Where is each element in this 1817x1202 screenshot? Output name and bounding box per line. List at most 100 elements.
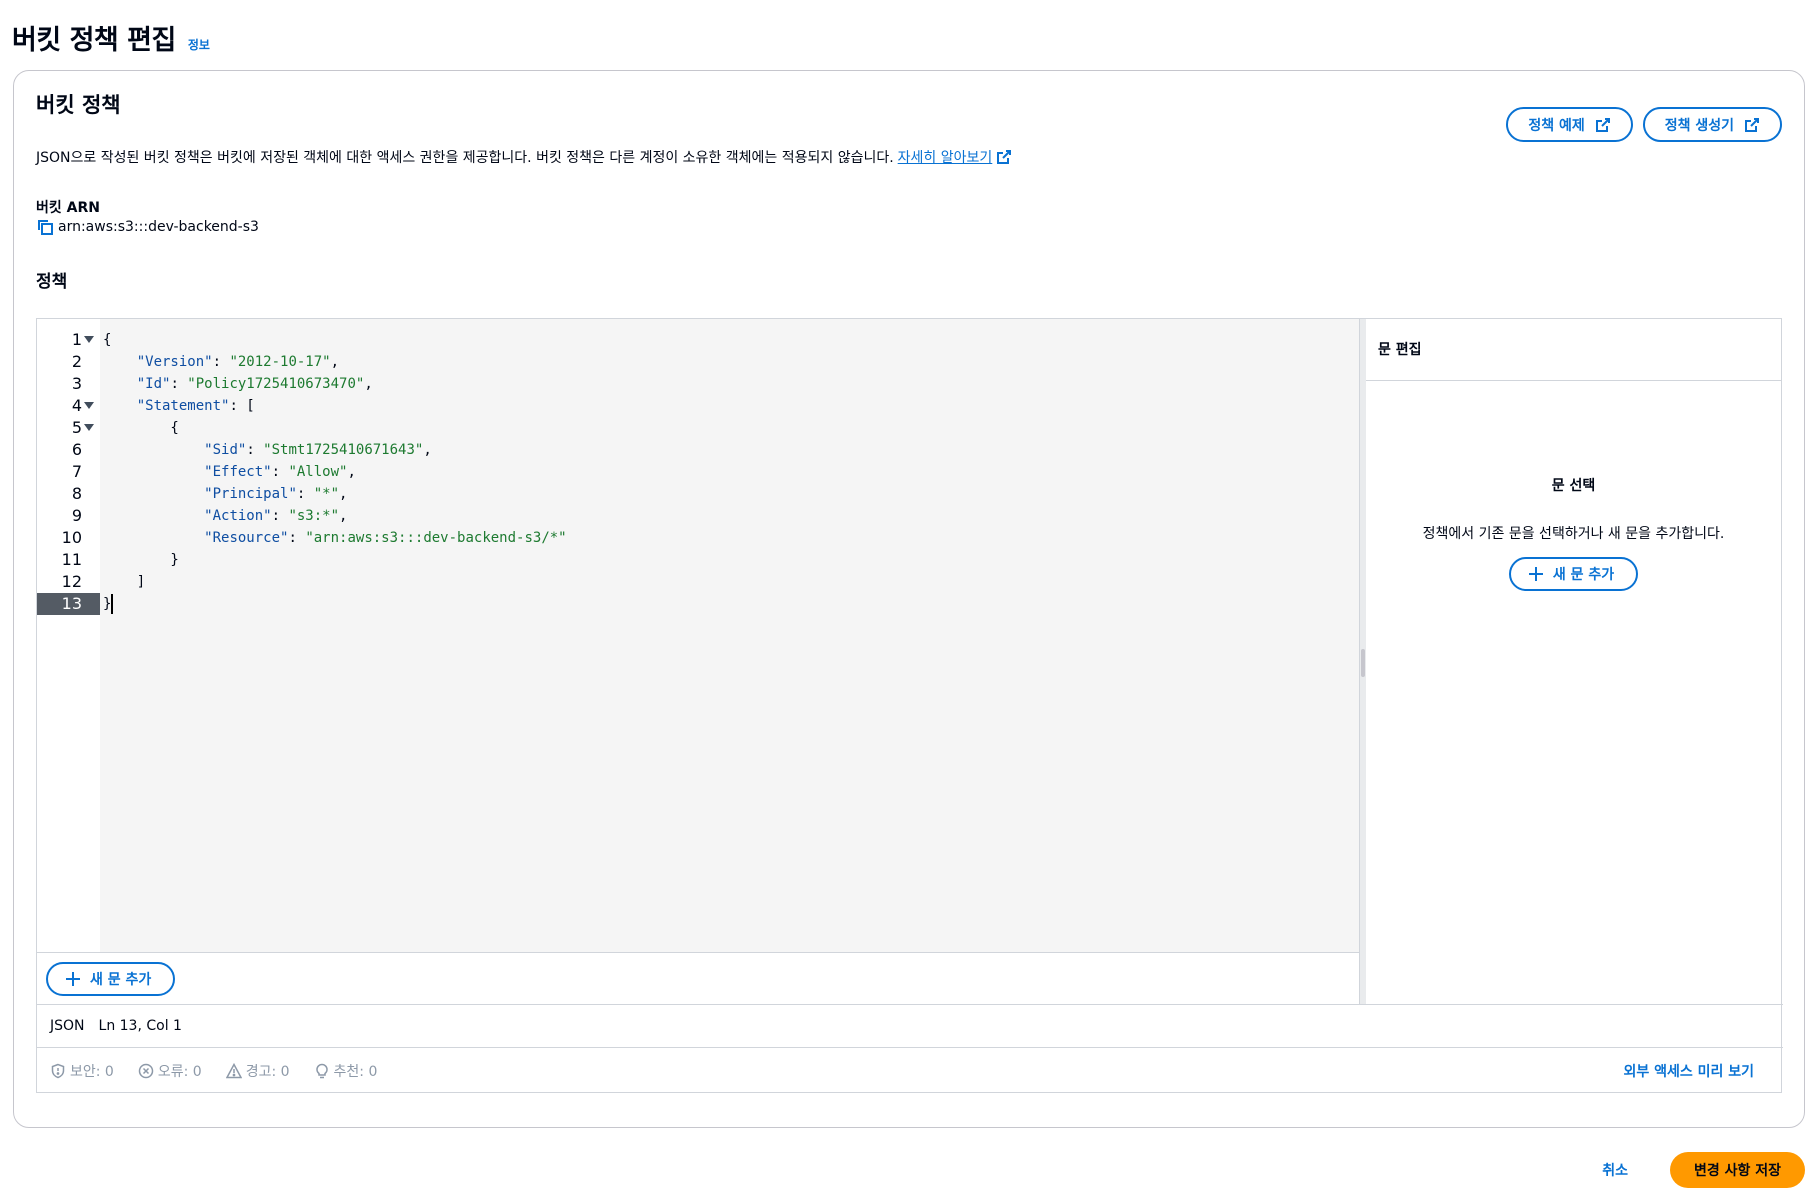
code-line[interactable]: 10 "Resource": "arn:aws:s3:::dev-backend…: [37, 527, 1360, 549]
statement-edit-panel: 문 편집 문 선택 정책에서 기존 문을 선택하거나 새 문을 추가합니다. 새…: [1366, 319, 1781, 1004]
json-punctuation: :: [271, 464, 289, 480]
json-punctuation: }: [103, 552, 179, 568]
fold-arrow-icon[interactable]: [84, 336, 94, 343]
description-text: JSON으로 작성된 버킷 정책은 버킷에 저장된 객체에 대한 액세스 권한을…: [36, 150, 894, 166]
json-punctuation: {: [103, 332, 112, 348]
statement-edit-heading: 문 편집: [1366, 319, 1781, 381]
code-line[interactable]: 12 ]: [37, 571, 1360, 593]
json-punctuation: :: [271, 508, 289, 524]
json-punctuation: : [: [229, 398, 255, 414]
json-punctuation: ,: [347, 464, 356, 480]
policy-label: 정책: [36, 272, 68, 292]
json-string: "*": [313, 486, 340, 502]
add-statement-label: 새 문 추가: [90, 972, 152, 988]
error-count[interactable]: 오류: 0: [138, 1061, 202, 1081]
warning-label: 경고: 0: [245, 1063, 290, 1080]
policy-generator-button[interactable]: 정책 생성기: [1642, 107, 1782, 142]
code-text: "Resource": "arn:aws:s3:::dev-backend-s3…: [103, 527, 566, 549]
code-text: }: [103, 593, 114, 615]
bucket-arn-label: 버킷 ARN: [36, 200, 100, 216]
copy-icon[interactable]: [36, 218, 54, 236]
json-punctuation: ,: [423, 442, 432, 458]
code-text: "Statement": [: [103, 395, 255, 417]
code-line[interactable]: 6 "Sid": "Stmt1725410671643",: [37, 439, 1360, 461]
cancel-button[interactable]: 취소: [1584, 1160, 1646, 1180]
shield-icon: [51, 1063, 65, 1078]
json-string: "2012-10-17": [229, 354, 331, 370]
info-link[interactable]: 정보: [188, 36, 210, 53]
line-number: 6: [71, 440, 82, 459]
json-punctuation: [103, 530, 204, 546]
fold-arrow-icon[interactable]: [84, 402, 94, 409]
json-key: "Version": [136, 354, 213, 370]
bucket-arn: arn:aws:s3:::dev-backend-s3: [36, 218, 259, 236]
empty-state-title: 문 선택: [1551, 478, 1596, 494]
security-count[interactable]: 보안: 0: [50, 1061, 114, 1081]
code-line[interactable]: 9 "Action": "s3:*",: [37, 505, 1360, 527]
lightbulb-icon: [315, 1063, 328, 1078]
code-line[interactable]: 5 {: [37, 417, 1360, 439]
warning-count[interactable]: 경고: 0: [225, 1061, 290, 1081]
code-line[interactable]: 3 "Id": "Policy1725410673470",: [37, 373, 1360, 395]
json-key: "Sid": [204, 442, 247, 458]
json-punctuation: ,: [330, 354, 340, 370]
json-punctuation: ]: [103, 574, 146, 590]
json-key: "Id": [136, 376, 171, 392]
text-cursor: [111, 594, 114, 614]
external-link-icon: [1595, 117, 1610, 132]
form-footer: 취소 변경 사항 저장: [1584, 1152, 1805, 1188]
code-text: "Version": "2012-10-17",: [103, 351, 339, 373]
policy-editor: 1{2 "Version": "2012-10-17", 3 "Id": "Pol…: [36, 318, 1783, 1093]
json-punctuation: [103, 354, 137, 370]
splitter-grip[interactable]: [1361, 649, 1365, 677]
code-line[interactable]: 4 "Statement": [: [37, 395, 1360, 417]
code-line[interactable]: 8 "Principal": "*",: [37, 483, 1360, 505]
statement-empty-state: 문 선택 정책에서 기존 문을 선택하거나 새 문을 추가합니다. 새 문 추가: [1366, 381, 1781, 591]
json-string: "Allow": [288, 464, 348, 480]
save-changes-button[interactable]: 변경 사항 저장: [1669, 1152, 1805, 1188]
json-punctuation: ,: [364, 376, 373, 392]
page-header: 버킷 정책 편집 정보: [12, 18, 210, 57]
status-mode: JSON: [50, 1018, 85, 1034]
add-statement-bar: 새 문 추가: [37, 952, 1360, 1004]
json-punctuation: :: [296, 486, 314, 502]
json-key: "Action": [204, 508, 272, 524]
code-text: "Action": "s3:*",: [103, 505, 347, 527]
json-key: "Resource": [204, 530, 289, 546]
side-add-statement-button[interactable]: 새 문 추가: [1508, 557, 1639, 591]
line-number: 3: [71, 374, 82, 393]
panel-heading: 버킷 정책: [36, 93, 121, 117]
code-line[interactable]: 2 "Version": "2012-10-17",: [37, 351, 1360, 373]
external-access-preview-link[interactable]: 외부 액세스 미리 보기: [1623, 1061, 1754, 1081]
error-label: 오류: 0: [157, 1063, 202, 1080]
line-number: 12: [61, 572, 82, 591]
json-punctuation: :: [212, 354, 230, 370]
json-punctuation: [103, 442, 204, 458]
security-label: 보안: 0: [70, 1063, 114, 1080]
page-title: 버킷 정책 편집: [12, 25, 176, 56]
json-punctuation: :: [246, 442, 264, 458]
suggestion-label: 추천: 0: [333, 1063, 378, 1080]
code-line[interactable]: 7 "Effect": "Allow",: [37, 461, 1360, 483]
code-editor[interactable]: 1{2 "Version": "2012-10-17", 3 "Id": "Pol…: [37, 319, 1360, 952]
json-punctuation: [103, 486, 204, 502]
json-punctuation: [103, 464, 204, 480]
empty-state-text: 정책에서 기존 문을 선택하거나 새 문을 추가합니다.: [1422, 526, 1725, 542]
code-text: ]: [103, 571, 145, 593]
add-statement-button[interactable]: 새 문 추가: [46, 962, 176, 996]
suggestion-count[interactable]: 추천: 0: [314, 1061, 378, 1081]
fold-arrow-icon[interactable]: [84, 424, 94, 431]
json-punctuation: ,: [339, 508, 348, 524]
json-key: "Principal": [204, 486, 297, 502]
line-number: 13: [37, 593, 100, 615]
plus-icon: [1528, 567, 1543, 581]
code-text: {: [103, 329, 111, 351]
code-line[interactable]: 1{: [37, 329, 1360, 351]
json-string: "s3:*": [288, 508, 340, 524]
learn-more-link[interactable]: 자세히 알아보기: [898, 147, 1013, 167]
policy-examples-button[interactable]: 정책 예제: [1506, 107, 1633, 142]
code-line[interactable]: 11 }: [37, 549, 1360, 571]
code-line[interactable]: 13}: [37, 593, 1360, 615]
issues-bar: 보안: 0 오류: 0 경고: 0 추천: 0 외부 액세스 미리 보기: [37, 1047, 1783, 1093]
policy-examples-label: 정책 예제: [1528, 117, 1585, 134]
